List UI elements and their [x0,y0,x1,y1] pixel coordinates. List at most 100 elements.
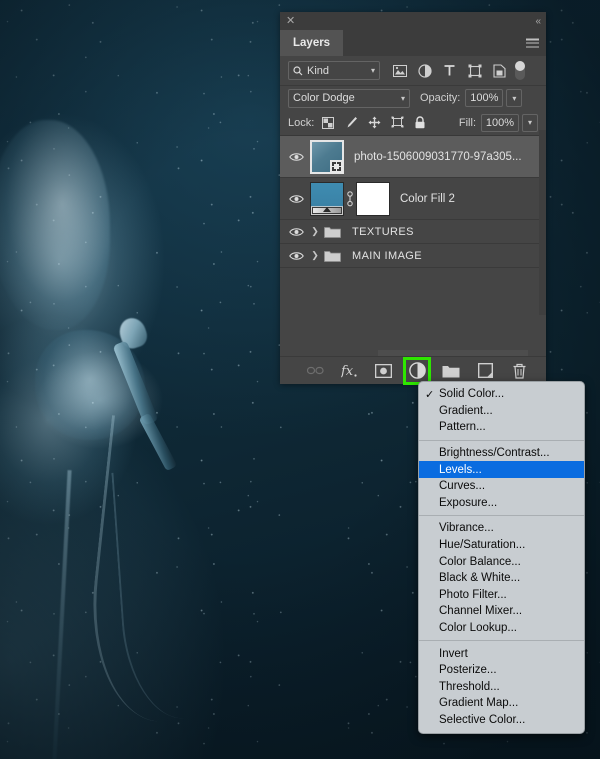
lock-transparent-pixels-icon[interactable] [321,116,335,130]
gradient-slider-icon [312,206,342,214]
layer-thumbnail-fill[interactable] [310,181,344,216]
pixel-filter-icon[interactable] [392,63,407,78]
menu-item-label: Gradient Map... [439,697,519,710]
close-icon[interactable]: ✕ [286,15,295,27]
fill-input[interactable]: 100% [481,113,519,132]
menu-group-fill: ✓ Solid Color... Gradient... Pattern... [419,386,584,436]
link-mask-icon[interactable] [344,190,356,207]
layer-visibility-toggle[interactable] [284,251,308,261]
layers-panel-toolbar: fx [280,356,546,385]
menu-item-levels[interactable]: Levels... [419,461,584,478]
search-icon [293,65,303,75]
menu-item-exposure[interactable]: Exposure... [419,495,584,512]
menu-item-label: Curves... [439,480,486,493]
menu-item-label: Black & White... [439,572,521,585]
menu-item-label: Color Balance... [439,555,521,568]
layer-name: Color Fill 2 [400,192,455,205]
menu-item-label: Hue/Saturation... [439,539,526,552]
menu-item-label: Gradient... [439,404,493,417]
fill-stepper-icon[interactable]: ▾ [522,113,538,132]
opacity-input[interactable]: 100% [465,89,504,107]
menu-item-label: Posterize... [439,664,497,677]
delete-layer-button[interactable] [510,362,528,380]
type-filter-icon[interactable] [442,63,457,78]
svg-text:fx: fx [341,364,354,378]
filter-enable-toggle[interactable] [515,61,525,80]
layer-style-button[interactable]: fx [340,362,358,380]
blend-mode-select[interactable]: Color Dodge ▾ [288,88,410,108]
new-adjustment-layer-menu: ✓ Solid Color... Gradient... Pattern... B… [418,381,585,735]
menu-item-gradient-map[interactable]: Gradient Map... [419,695,584,712]
tab-layers[interactable]: Layers [280,30,344,56]
layer-thumbnail-smart-object[interactable] [310,139,344,174]
layer-name: photo-1506009031770-97a305... [354,150,522,163]
layer-name: MAIN IMAGE [352,249,423,262]
vertical-scrollbar[interactable] [539,130,546,315]
menu-item-posterize[interactable]: Posterize... [419,662,584,679]
lock-all-icon[interactable] [413,116,427,130]
menu-item-label: Channel Mixer... [439,605,523,618]
new-group-button[interactable] [442,362,460,380]
menu-item-invert[interactable]: Invert [419,645,584,662]
menu-item-solid-color[interactable]: ✓ Solid Color... [419,386,584,403]
panel-menu-icon[interactable] [526,38,539,48]
table-row[interactable]: photo-1506009031770-97a305... [280,136,546,178]
opacity-label: Opacity: [420,92,461,104]
table-row[interactable]: ❯ TEXTURES [280,220,546,244]
menu-item-color-lookup[interactable]: Color Lookup... [419,620,584,637]
menu-item-threshold[interactable]: Threshold... [419,679,584,696]
lock-position-icon[interactable] [367,116,381,130]
menu-item-hue-saturation[interactable]: Hue/Saturation... [419,537,584,554]
menu-item-label: Brightness/Contrast... [439,447,550,460]
lock-image-pixels-icon[interactable] [344,116,358,130]
menu-item-black-and-white[interactable]: Black & White... [419,570,584,587]
new-adjustment-layer-button[interactable] [403,356,431,385]
menu-item-channel-mixer[interactable]: Channel Mixer... [419,603,584,620]
menu-item-selective-color[interactable]: Selective Color... [419,712,584,729]
smartobject-filter-icon[interactable] [492,63,507,78]
lock-artboard-icon[interactable] [390,116,404,130]
panel-titlebar: ✕ « [280,12,546,30]
layer-visibility-toggle[interactable] [284,194,308,204]
fill-label: Fill: [458,116,476,129]
menu-item-label: Levels... [439,463,482,476]
collapse-panel-icon[interactable]: « [535,16,540,27]
menu-item-gradient[interactable]: Gradient... [419,403,584,420]
opacity-stepper-icon[interactable]: ▾ [506,89,523,107]
layer-name: TEXTURES [352,225,414,238]
menu-item-pattern[interactable]: Pattern... [419,419,584,436]
layers-panel: ✕ « Layers Kind ▾ Color Dodge ▾ Opacity:… [280,12,546,385]
lock-label: Lock: [288,116,315,129]
menu-item-label: Selective Color... [439,713,526,726]
menu-item-label: Threshold... [439,680,500,693]
menu-item-label: Pattern... [439,421,486,434]
layer-mask-thumbnail[interactable] [356,181,390,216]
adjustment-filter-icon[interactable] [417,63,432,78]
chevron-down-icon: ▾ [370,66,375,75]
menu-group-special: Invert Posterize... Threshold... Gradien… [419,645,584,728]
menu-item-vibrance[interactable]: Vibrance... [419,520,584,537]
menu-item-label: Vibrance... [439,522,494,535]
shape-filter-icon[interactable] [467,63,482,78]
layer-visibility-toggle[interactable] [284,152,308,162]
filter-kind-label: Kind [307,64,330,77]
blend-mode-value: Color Dodge [293,92,355,104]
group-expand-chevron-icon[interactable]: ❯ [308,226,322,237]
layer-visibility-toggle[interactable] [284,227,308,237]
chevron-down-icon: ▾ [400,93,405,103]
menu-item-color-balance[interactable]: Color Balance... [419,553,584,570]
add-layer-mask-button[interactable] [374,362,392,380]
new-layer-button[interactable] [476,362,494,380]
folder-icon [322,249,342,262]
table-row[interactable]: Color Fill 2 [280,178,546,220]
group-expand-chevron-icon[interactable]: ❯ [308,250,322,261]
menu-item-curves[interactable]: Curves... [419,478,584,495]
filter-kind-select[interactable]: Kind ▾ [288,61,380,80]
menu-item-photo-filter[interactable]: Photo Filter... [419,587,584,604]
menu-group-color: Vibrance... Hue/Saturation... Color Bala… [419,520,584,636]
link-layers-button[interactable] [306,362,324,380]
layer-filter-row: Kind ▾ [280,56,546,86]
lock-icon-group [321,116,427,130]
menu-item-brightness-contrast[interactable]: Brightness/Contrast... [419,445,584,462]
table-row[interactable]: ❯ MAIN IMAGE [280,244,546,268]
